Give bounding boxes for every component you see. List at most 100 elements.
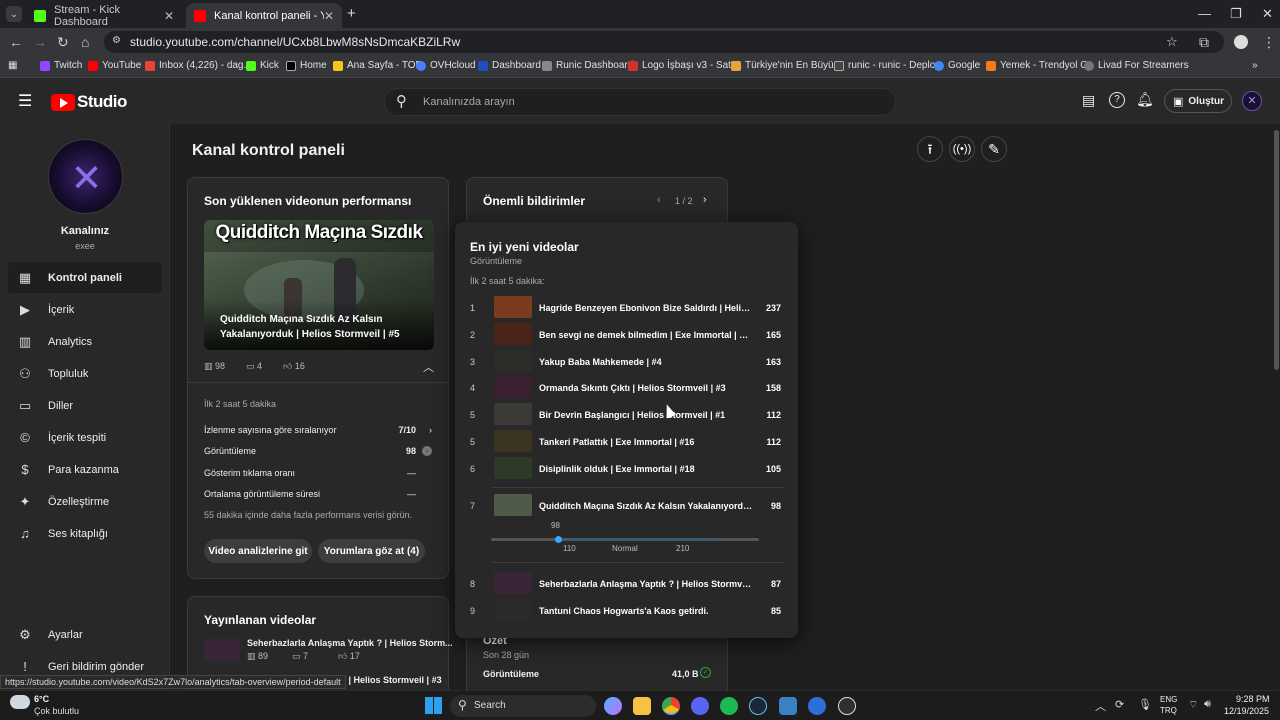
more-bookmarks-icon[interactable]: » — [1252, 60, 1258, 71]
close-icon[interactable]: ✕ — [324, 9, 334, 23]
chevron-up-icon[interactable]: ︿ — [423, 359, 434, 375]
bookmark-turkiye[interactable]: Türkiye'nin En Büyü... — [731, 60, 842, 71]
bookmark-livad[interactable]: Livad For Streamers — [1084, 60, 1189, 71]
back-icon[interactable]: ← — [9, 34, 23, 50]
bookmark-youtube[interactable]: YouTube — [88, 60, 141, 71]
top-video-row[interactable]: 2 Ben sevgi ne demek bilmedim | Exe Immor… — [455, 323, 798, 347]
language-code-2[interactable]: TRQ — [1160, 706, 1177, 715]
top-video-row[interactable]: 8 Seherbazlarla Anlaşma Yaptık ? | Helios… — [455, 572, 798, 596]
sidebar-item-analytics[interactable]: ▥ Analytics — [8, 326, 162, 357]
help-icon[interactable]: ? — [1109, 92, 1125, 108]
create-button[interactable]: ▣ Oluştur — [1164, 89, 1232, 113]
view-comments-button[interactable]: Yorumlara göz at (4) — [318, 539, 425, 563]
wifi-icon[interactable]: ⌔ — [1188, 698, 1198, 712]
video-analytics-button[interactable]: Video analizlerine git — [204, 539, 312, 563]
steam-icon[interactable] — [749, 697, 767, 715]
chevron-up-icon[interactable]: ︿ — [1095, 698, 1106, 714]
copilot-icon[interactable] — [604, 697, 622, 715]
taskbar-search[interactable]: ⚲ Search — [450, 695, 596, 717]
top-video-row[interactable]: 6 Disiplinlik olduk | Exe Immortal | #18 1… — [455, 457, 798, 481]
published-title[interactable]: Seherbazlarla Anlaşma Yaptık ? | Helios … — [247, 638, 453, 648]
sidebar-item-monetization[interactable]: $ Para kazanma — [8, 454, 162, 485]
tab-search-button[interactable]: ⌄ — [6, 6, 22, 22]
sidebar-item-settings[interactable]: ⚙ Ayarlar — [8, 619, 162, 650]
apps-icon[interactable]: ▦ — [8, 60, 17, 71]
channel-avatar[interactable]: ✕ — [48, 139, 123, 214]
page-scrollbar[interactable] — [1274, 130, 1279, 370]
menu-icon[interactable]: ⋮ — [1262, 34, 1276, 51]
weather-temp[interactable]: 6°C — [34, 694, 49, 704]
top-video-row[interactable]: 3 Yakup Baba Mahkemede | #4 163 — [455, 350, 798, 374]
weather-desc[interactable]: Çok bulutlu — [34, 706, 79, 716]
bookmark-inbox[interactable]: Inbox (4,226) - dag... — [145, 60, 252, 71]
app-g-icon[interactable] — [779, 697, 797, 715]
weather-cloud-icon[interactable] — [10, 695, 30, 709]
reload-icon[interactable]: ↻ — [57, 34, 69, 51]
close-window-icon[interactable]: ✕ — [1262, 6, 1273, 22]
bookmark-x-home[interactable]: Home — [286, 60, 327, 71]
studio-logo[interactable]: Studio — [51, 92, 127, 112]
create-post-icon[interactable]: ✎ — [981, 136, 1007, 162]
sidebar-item-content-detection[interactable]: © İçerik tespiti — [8, 422, 162, 453]
feedback-messages-icon[interactable]: ▤ — [1082, 92, 1095, 109]
microphone-icon[interactable]: 🎙︎ — [1138, 698, 1152, 711]
spotify-icon[interactable] — [720, 697, 738, 715]
sidebar-item-audio-library[interactable]: ♫ Ses kitaplığı — [8, 518, 162, 549]
home-icon[interactable]: ⌂ — [81, 34, 89, 50]
notifications-icon[interactable]: 🔔︎ — [1136, 91, 1154, 108]
top-video-row[interactable]: 1 Hagride Benzeyen Ebonivon Bize Saldırdı… — [455, 296, 798, 320]
top-video-row[interactable]: 5 Tankeri Patlattık | Exe Immortal | #16 1… — [455, 430, 798, 454]
top-video-row[interactable]: 4 Ormanda Sıkıntı Çıktı | Helios Stormvei… — [455, 376, 798, 400]
upload-icon[interactable]: ⭱ — [917, 136, 943, 162]
bookmark-kick[interactable]: Kick — [246, 60, 279, 71]
bookmark-trendyol[interactable]: Yemek - Trendyol Go — [986, 60, 1094, 71]
bookmark-runic[interactable]: Runic Dashboard — [542, 60, 633, 71]
address-bar[interactable]: ⚙ studio.youtube.com/channel/UCxb8LbwM8s… — [104, 31, 1224, 53]
close-icon[interactable]: ✕ — [164, 9, 174, 23]
restore-icon[interactable]: ❐ — [1230, 6, 1242, 22]
language-code-1[interactable]: ENG — [1160, 695, 1177, 704]
sidebar-item-customization[interactable]: ✦ Özelleştirme — [8, 486, 162, 517]
sidebar-item-community[interactable]: ⚇ Topluluk — [8, 358, 162, 389]
hamburger-menu-icon[interactable]: ☰ — [18, 91, 32, 111]
top-video-row[interactable]: 7 Quidditch Maçına Sızdık Az Kalsın Yakal… — [455, 494, 798, 518]
minimize-icon[interactable]: — — [1198, 6, 1211, 21]
published-thumbnail[interactable] — [204, 639, 240, 661]
chevron-left-icon[interactable]: ‹ — [657, 194, 661, 206]
volume-icon[interactable]: 🔊︎ — [1204, 698, 1211, 711]
network-icon[interactable]: ⟳ — [1115, 698, 1124, 711]
bookmark-runic-deploy[interactable]: runic - runic - Deploy — [834, 60, 940, 71]
bookmark-star-icon[interactable]: ☆ — [1166, 34, 1178, 50]
discord-icon[interactable] — [691, 697, 709, 715]
windows-start-icon[interactable] — [425, 697, 442, 714]
bookmark-tod[interactable]: Ana Sayfa - TOD — [333, 60, 423, 71]
extensions-icon[interactable]: ⧉ — [1199, 34, 1209, 51]
bookmark-dashboard[interactable]: Dashboard — [478, 60, 541, 71]
bookmark-logo[interactable]: Logo İşbaşı v3 - Satı... — [628, 60, 742, 71]
app-blue-icon[interactable] — [808, 697, 826, 715]
site-info-icon[interactable]: ⚙ — [112, 35, 121, 46]
top-video-row[interactable]: 9 Tantuni Chaos Hogwarts'a Kaos getirdi. 8… — [455, 599, 798, 623]
bookmark-ovhcloud[interactable]: OVHcloud — [416, 60, 476, 71]
top-video-row[interactable]: 5 Bir Devrin Başlangıcı | Helios Stormvei… — [455, 403, 798, 427]
sidebar-item-dashboard[interactable]: ▦ Kontrol paneli — [8, 262, 162, 293]
browser-tab-youtube[interactable]: Kanal kontrol paneli - YouTube ✕ — [186, 3, 342, 28]
rank-row[interactable]: İzlenme sayısına göre sıralanıyor 7/10 › — [204, 425, 432, 435]
obs-icon[interactable] — [838, 697, 856, 715]
search-input[interactable]: ⚲ Kanalınızda arayın — [384, 88, 896, 116]
chevron-right-icon[interactable]: › — [703, 194, 707, 206]
profile-avatar[interactable] — [1234, 35, 1248, 49]
clock-time[interactable]: 9:28 PM — [1236, 694, 1270, 704]
new-tab-button[interactable]: + — [347, 5, 356, 22]
bookmark-twitch[interactable]: Twitch — [40, 60, 82, 71]
file-explorer-icon[interactable] — [633, 697, 651, 715]
sidebar-item-languages[interactable]: ▭ Diller — [8, 390, 162, 421]
clock-date[interactable]: 12/19/2025 — [1224, 706, 1269, 716]
account-avatar[interactable]: ✕ — [1242, 91, 1262, 111]
browser-tab-kick[interactable]: Stream - Kick Dashboard ✕ — [26, 3, 182, 28]
go-live-icon[interactable]: ((•)) — [949, 136, 975, 162]
latest-video-thumbnail[interactable]: Quidditch Maçına Sızdık Quidditch Maçına… — [204, 220, 434, 350]
sidebar-item-content[interactable]: ▶ İçerik — [8, 294, 162, 325]
chrome-icon[interactable] — [662, 697, 680, 715]
bookmark-google[interactable]: Google — [934, 60, 980, 71]
